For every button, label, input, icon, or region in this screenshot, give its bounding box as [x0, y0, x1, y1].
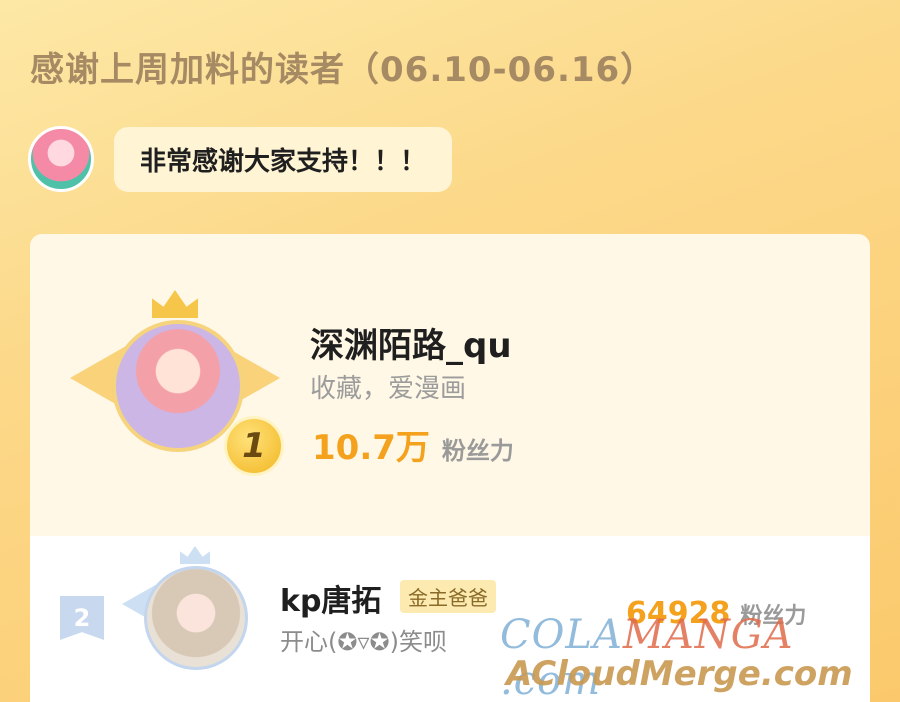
crown-silver-icon [180, 546, 210, 564]
rank2-avatar-frame [122, 546, 272, 686]
rank1-fan-label: 粉丝力 [441, 437, 514, 465]
watermark-cola: COLA [500, 612, 623, 658]
message-row: 非常感谢大家支持！！！ [28, 126, 453, 192]
rank1-username[interactable]: 深渊陌路_qu [310, 318, 512, 367]
rank2-badge: 2 [60, 596, 104, 640]
watermark-manga: MANGA [622, 612, 794, 658]
rank1-fan-value: 10.7万 [312, 428, 430, 468]
rank2-avatar[interactable] [144, 566, 248, 670]
watermark-acloudmerge: ACloudMerge.com [506, 654, 853, 694]
vip-tag: 金主爸爸 [400, 580, 496, 613]
crown-icon [152, 290, 198, 318]
rank1-motto: 收藏，爱漫画 [310, 374, 467, 404]
page-title: 感谢上周加料的读者（06.10-06.16） [30, 50, 656, 90]
rank1-avatar[interactable] [112, 320, 244, 452]
message-bubble: 非常感谢大家支持！！！ [114, 126, 453, 192]
rank2-motto: 开心(✪▿✪)笑呗 [280, 628, 447, 656]
rank1-avatar-frame: 1 [70, 290, 284, 480]
rank1-badge: 1 [224, 416, 284, 476]
author-avatar[interactable] [28, 126, 94, 192]
rank2-username[interactable]: kp唐拓 [280, 576, 381, 620]
rank1-fan-power: 10.7万 粉丝力 [312, 420, 514, 469]
